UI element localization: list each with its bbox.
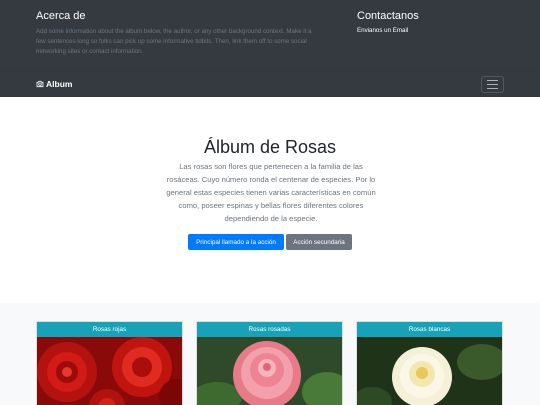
red-roses-photo — [37, 337, 182, 405]
white-rose-photo — [357, 337, 502, 405]
pink-rose-photo — [197, 337, 342, 405]
primary-cta-button[interactable]: Principal llamado a la acción — [188, 234, 284, 250]
card-header: Rosas blancas — [357, 322, 502, 337]
card-header: Rosas rosadas — [197, 322, 342, 337]
card-red-roses[interactable]: Rosas rojas — [36, 321, 183, 405]
hero-title: Álbum de Rosas — [203, 137, 337, 157]
camera-icon — [36, 80, 44, 88]
card-pink-roses[interactable]: Rosas rosadas — [196, 321, 343, 405]
navbar-brand[interactable]: Album — [36, 79, 72, 89]
card-header: Rosas rojas — [37, 322, 182, 337]
secondary-cta-button[interactable]: Acción secundaria — [286, 234, 352, 250]
brand-label: Album — [46, 79, 73, 89]
hero-section: Álbum de Rosas Las rosas son flores que … — [0, 97, 540, 303]
navbar-toggler-button[interactable] — [481, 76, 504, 93]
navbar-collapse-panel: Acerca de Add some information about the… — [0, 0, 540, 72]
album-section: Rosas rojas Rosas rosadas Rosas blancas — [0, 303, 540, 405]
email-link[interactable]: Envianos un Email — [357, 27, 408, 34]
about-text: Add some information about the album bel… — [36, 28, 312, 55]
card-white-roses[interactable]: Rosas blancas — [356, 321, 503, 405]
navbar: Album — [0, 72, 540, 97]
about-heading: Acerca de — [36, 10, 86, 22]
hamburger-icon — [487, 80, 498, 89]
hero-lead: Las rosas son flores que pertenecen a la… — [166, 162, 376, 223]
contact-heading: Contactanos — [357, 10, 419, 22]
